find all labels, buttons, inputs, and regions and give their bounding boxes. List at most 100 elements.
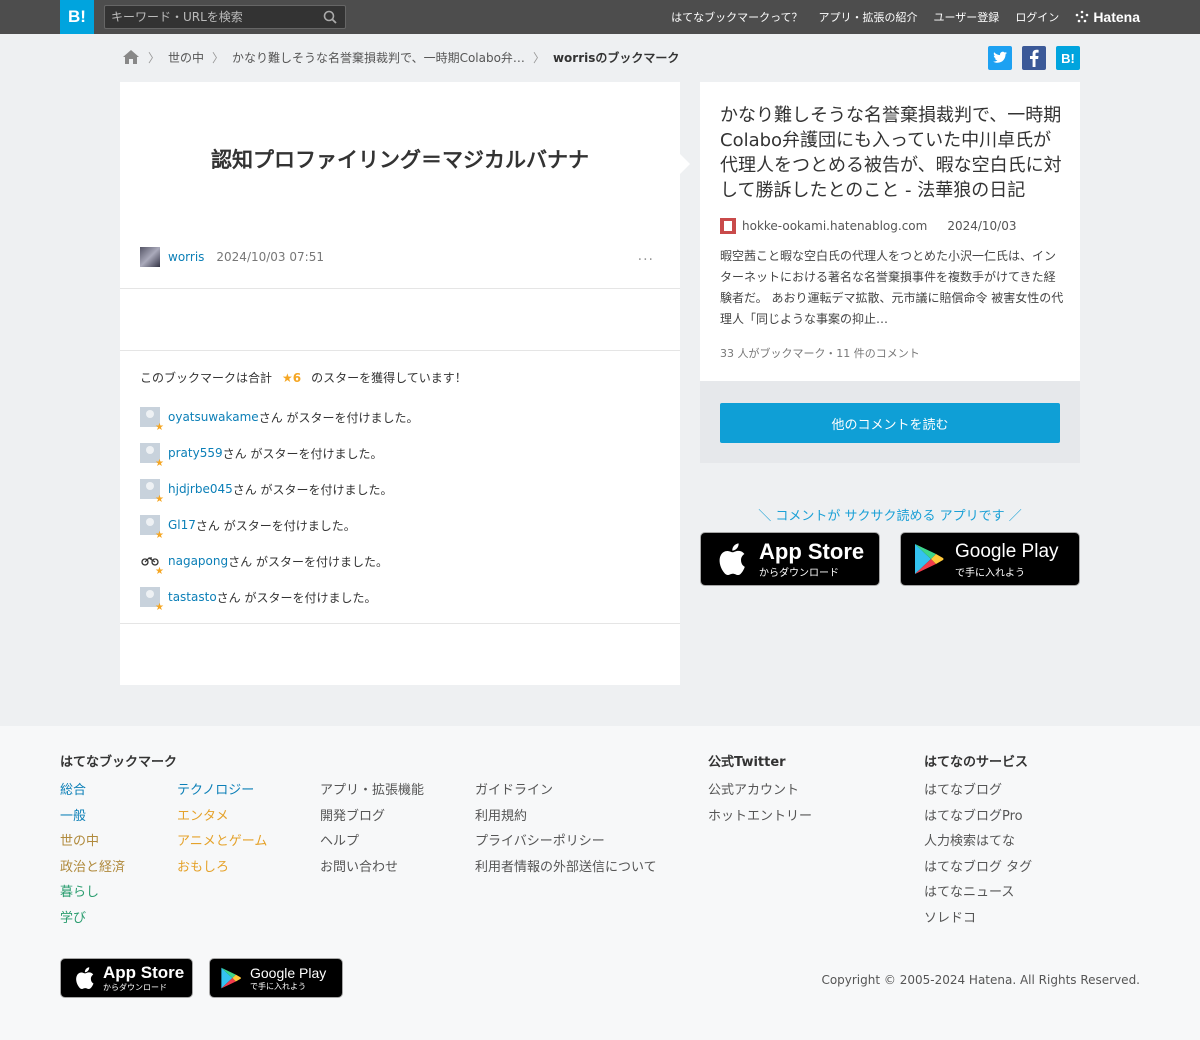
star-user-name[interactable]: oyatsuwakame xyxy=(168,410,259,424)
nav-login[interactable]: ログイン xyxy=(1015,9,1059,25)
app-store-title: App Store xyxy=(759,538,865,564)
footer-links-4: ガイドライン 利用規約 プライバシーポリシー 利用者情報の外部送信について xyxy=(475,778,657,880)
avatar[interactable]: ★ xyxy=(140,407,164,433)
nav-register[interactable]: ユーザー登録 xyxy=(934,9,1000,25)
footer-link[interactable]: エンタメ xyxy=(177,804,267,830)
hatena-bookmark-logo[interactable]: B! xyxy=(60,0,94,34)
entry-meta: hokke-ookami.hatenablog.com 2024/10/03 xyxy=(720,218,1017,234)
avatar[interactable]: ★ xyxy=(140,479,164,505)
app-store-button[interactable]: App Store からダウンロード xyxy=(700,532,880,586)
breadcrumb-category[interactable]: 世の中 xyxy=(168,49,204,66)
entry-domain[interactable]: hokke-ookami.hatenablog.com xyxy=(742,219,927,233)
footer-link[interactable]: 学び xyxy=(60,906,125,932)
star-user-name[interactable]: hjdjrbe045 xyxy=(168,482,233,496)
google-play-button[interactable]: Google Play で手に入れよう xyxy=(900,532,1080,586)
search-icon[interactable] xyxy=(323,10,337,24)
footer-google-play-button[interactable]: Google Play で手に入れよう xyxy=(209,958,343,998)
read-comments-button[interactable]: 他のコメントを読む xyxy=(720,403,1060,443)
nav-apps[interactable]: アプリ・拡張の紹介 xyxy=(819,9,918,25)
entry-count[interactable]: 33 人がブックマーク・11 件のコメント xyxy=(720,345,920,361)
chevron-right-icon: 〉 xyxy=(532,50,545,65)
footer-link[interactable]: おもしろ xyxy=(177,855,267,881)
hatena-logo-text: Hatena xyxy=(1093,9,1140,25)
breadcrumb-current: worrisのブックマーク xyxy=(552,50,680,65)
footer-link[interactable]: はてなブログ タグ xyxy=(924,855,1032,881)
site-favicon-icon xyxy=(720,218,736,234)
card-pointer xyxy=(680,154,690,174)
star-count[interactable]: ★6 xyxy=(282,371,301,385)
footer-link[interactable]: ヘルプ xyxy=(320,829,424,855)
star-summary-suffix: のスターを獲得しています！ xyxy=(311,371,467,385)
footer-link[interactable]: 一般 xyxy=(60,804,125,830)
star-icon: ★ xyxy=(155,602,164,613)
footer-link[interactable]: はてなブログ xyxy=(924,778,1032,804)
chevron-right-icon: 〉 xyxy=(212,50,225,65)
facebook-share-button[interactable] xyxy=(1022,46,1046,70)
footer-link[interactable]: はてなブログPro xyxy=(924,804,1032,830)
footer-link[interactable]: アプリ・拡張機能 xyxy=(320,778,424,804)
google-play-title: Google Play xyxy=(955,540,1059,562)
app-promo-text: ＼ コメントが サクサク読める アプリです ／ xyxy=(758,509,1022,524)
star-user-name[interactable]: Gl17 xyxy=(168,518,196,532)
star-user-name[interactable]: nagapong xyxy=(168,554,228,568)
footer-link[interactable]: ソレドコ xyxy=(924,906,1032,932)
footer-link[interactable]: アニメとゲーム xyxy=(177,829,267,855)
footer-app-store-button[interactable]: App Store からダウンロード xyxy=(60,958,193,998)
avatar[interactable]: ★ xyxy=(140,551,164,577)
star-user-name[interactable]: tastasto xyxy=(168,590,217,604)
facebook-icon xyxy=(1030,49,1039,67)
footer-link[interactable]: 開発ブログ xyxy=(320,804,424,830)
entry-card: かなり難しそうな名誉棄損裁判で、一時期Colabo弁護団にも入っていた中川卓氏が… xyxy=(700,82,1080,381)
footer-link[interactable]: 世の中 xyxy=(60,829,125,855)
star-user-row: ★ tastasto さん がスターを付けました。 xyxy=(140,585,377,613)
nav-about[interactable]: はてなブックマークって？ xyxy=(671,9,802,25)
hatena-dots-icon xyxy=(1076,10,1089,23)
home-icon[interactable] xyxy=(122,49,140,65)
breadcrumb: 〉 世の中 〉 かなり難しそうな名誉棄損裁判で、一時期Colabo弁… 〉 wo… xyxy=(122,45,679,69)
footer-heading-bookmark: はてなブックマーク xyxy=(60,755,178,770)
footer-link[interactable]: 人力検索はてな xyxy=(924,829,1032,855)
footer-link[interactable]: 政治と経済 xyxy=(60,855,125,881)
star-icon: ★ xyxy=(155,530,164,541)
star-icon: ★ xyxy=(155,422,164,433)
more-icon[interactable]: ··· xyxy=(638,252,654,268)
star-user-row: ★ hjdjrbe045 さん がスターを付けました。 xyxy=(140,477,393,505)
footer-link[interactable]: 暮らし xyxy=(60,880,125,906)
star-user-row: ★ nagapong さん がスターを付けました。 xyxy=(140,549,388,577)
star-summary-prefix: このブックマークは合計 xyxy=(140,371,273,385)
bookmark-comment: 認知プロファイリング＝マジカルバナナ xyxy=(211,148,589,172)
footer-link[interactable]: 利用規約 xyxy=(475,804,657,830)
footer-link[interactable]: ホットエントリー xyxy=(708,804,812,830)
bookmark-user-row: worris 2024/10/03 07:51 xyxy=(140,246,324,268)
footer-services-links: はてなブログ はてなブログPro 人力検索はてな はてなブログ タグ はてなニュ… xyxy=(924,778,1032,931)
star-user-row: ★ praty559 さん がスターを付けました。 xyxy=(140,441,383,469)
twitter-share-button[interactable] xyxy=(988,46,1012,70)
avatar[interactable]: ★ xyxy=(140,515,164,541)
bookmark-timestamp[interactable]: 2024/10/03 07:51 xyxy=(216,250,324,264)
entry-title[interactable]: かなり難しそうな名誉棄損裁判で、一時期Colabo弁護団にも入っていた中川卓氏が… xyxy=(720,103,1065,203)
star-user-name[interactable]: praty559 xyxy=(168,446,223,460)
hatena-bookmark-share-button[interactable]: B! xyxy=(1056,46,1080,70)
footer-heading-services: はてなのサービス xyxy=(924,755,1029,770)
footer-link[interactable]: 公式アカウント xyxy=(708,778,812,804)
bookmark-username[interactable]: worris xyxy=(168,250,204,264)
avatar[interactable]: ★ xyxy=(140,443,164,469)
footer-link[interactable]: はてなニュース xyxy=(924,880,1032,906)
search-input[interactable] xyxy=(111,9,316,25)
footer-link[interactable]: テクノロジー xyxy=(177,778,267,804)
footer-link[interactable]: プライバシーポリシー xyxy=(475,829,657,855)
avatar[interactable]: ★ xyxy=(140,587,164,613)
footer-link[interactable]: 利用者情報の外部送信について xyxy=(475,855,657,881)
footer-link[interactable]: ガイドライン xyxy=(475,778,657,804)
footer-categories-1: 総合 一般 世の中 政治と経済 暮らし 学び xyxy=(60,778,125,931)
hatena-logo[interactable]: Hatena xyxy=(1075,9,1140,25)
avatar[interactable] xyxy=(140,247,160,267)
footer-link[interactable]: お問い合わせ xyxy=(320,855,424,881)
footer-link[interactable]: 総合 xyxy=(60,778,125,804)
star-user-suffix: さん がスターを付けました。 xyxy=(222,446,383,461)
footer-heading-twitter: 公式Twitter xyxy=(708,755,786,770)
app-store-subtitle: からダウンロード xyxy=(103,982,167,992)
breadcrumb-entry[interactable]: かなり難しそうな名誉棄損裁判で、一時期Colabo弁… xyxy=(232,49,525,66)
google-play-subtitle: で手に入れよう xyxy=(250,981,306,991)
twitter-icon xyxy=(993,51,1007,63)
